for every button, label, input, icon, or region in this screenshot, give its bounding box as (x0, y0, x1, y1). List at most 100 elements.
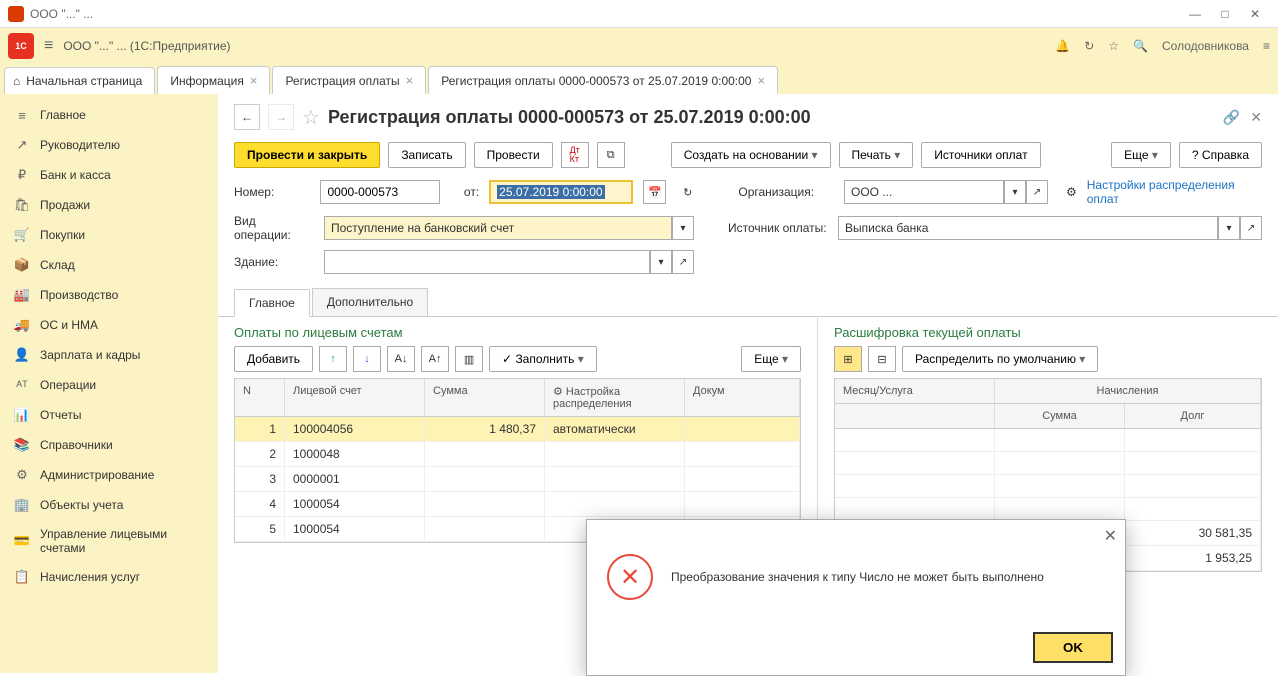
star-icon[interactable]: ☆ (1108, 39, 1119, 53)
subtab-extra[interactable]: Дополнительно (312, 288, 428, 316)
nav-forward-button[interactable]: → (268, 104, 294, 130)
structure-icon[interactable]: ⧉ (597, 142, 625, 168)
refresh-icon[interactable]: ↻ (676, 180, 699, 204)
breadcrumb: ООО "..." ... (1С:Предприятие) (63, 39, 1055, 53)
sidebar-item[interactable]: 🛒Покупки (0, 220, 218, 250)
sort-asc-icon[interactable]: A↓ (387, 346, 415, 372)
sidebar-item[interactable]: 🛍Продажи (0, 190, 218, 220)
post-button[interactable]: Провести (474, 142, 553, 168)
maximize-button[interactable]: □ (1210, 4, 1240, 24)
subtab-main[interactable]: Главное (234, 289, 310, 317)
sidebar-item[interactable]: 👤 Зарплата и кадры (0, 340, 218, 370)
more-button[interactable]: Еще (1111, 142, 1171, 168)
org-select[interactable]: ООО ... (844, 180, 1004, 204)
close-icon[interactable]: × (757, 73, 765, 88)
dropdown-icon[interactable]: ▾ (672, 216, 694, 240)
sidebar-icon: 🛒 (14, 227, 30, 243)
payment-source-select[interactable]: Выписка банка (838, 216, 1218, 240)
print-button[interactable]: Печать (839, 142, 914, 168)
history-icon[interactable]: ↻ (1084, 39, 1094, 53)
sidebar-item[interactable]: ₽Банк и касса (0, 160, 218, 190)
distribute-default-button[interactable]: Распределить по умолчанию (902, 346, 1098, 372)
settings-icon[interactable]: ≡ (1263, 39, 1270, 53)
create-based-button[interactable]: Создать на основании (671, 142, 831, 168)
sidebar-item[interactable]: 🏭Производство (0, 280, 218, 310)
dropdown-icon[interactable]: ▾ (1218, 216, 1240, 240)
sidebar-icon: ᴬᵀ (14, 377, 30, 393)
post-and-close-button[interactable]: Провести и закрыть (234, 142, 380, 168)
nav-back-button[interactable]: ← (234, 104, 260, 130)
sidebar-item[interactable]: 📦Склад (0, 250, 218, 280)
move-up-icon[interactable]: ↑ (319, 346, 347, 372)
dropdown-icon[interactable]: ▾ (1004, 180, 1026, 204)
table-row[interactable]: 21000048 (235, 442, 800, 467)
more-left-button[interactable]: Еще (741, 346, 801, 372)
sidebar-item[interactable]: 🚚ОС и НМА (0, 310, 218, 340)
tab-payment-doc[interactable]: Регистрация оплаты 0000-000573 от 25.07.… (428, 66, 778, 94)
sidebar-item[interactable]: ᴬᵀОперации (0, 370, 218, 400)
dialog-ok-button[interactable]: OK (1033, 632, 1113, 663)
sort-desc-icon[interactable]: A↑ (421, 346, 449, 372)
source-label: Источник оплаты: (728, 221, 828, 235)
sidebar-item[interactable]: ↗Руководителю (0, 130, 218, 160)
help-button[interactable]: ? Справка (1179, 142, 1262, 168)
left-panel-title: Оплаты по лицевым счетам (234, 325, 801, 340)
number-input[interactable] (320, 180, 440, 204)
sidebar-item-label: Начисления услуг (40, 570, 140, 584)
menu-icon[interactable]: ≡ (44, 37, 53, 55)
gear-icon: ⚙ (1066, 185, 1077, 199)
table-row[interactable]: 30000001 (235, 467, 800, 492)
close-window-button[interactable]: ✕ (1240, 4, 1270, 24)
building-select[interactable] (324, 250, 650, 274)
open-icon[interactable]: ↗ (1240, 216, 1262, 240)
error-dialog: ✕ ✕ Преобразование значения к типу Число… (586, 519, 1126, 676)
close-icon[interactable]: × (250, 73, 258, 88)
sidebar-item[interactable]: 📚Справочники (0, 430, 218, 460)
sidebar-item-label: Зарплата и кадры (40, 348, 140, 362)
sidebar-icon: 👤 (14, 347, 30, 363)
calendar-icon[interactable]: 📅 (643, 180, 666, 204)
close-page-icon[interactable]: ✕ (1250, 109, 1262, 126)
sidebar-item[interactable]: 💳Управление лицевыми счетами (0, 520, 218, 562)
page-title: Регистрация оплаты 0000-000573 от 25.07.… (328, 107, 1215, 128)
save-button[interactable]: Записать (388, 142, 465, 168)
sidebar-item[interactable]: 📋 Начисления услуг (0, 562, 218, 592)
sidebar-item[interactable]: ⚙Администрирование (0, 460, 218, 490)
table-row[interactable]: 11000040561 480,37автоматически (235, 417, 800, 442)
expand-icon[interactable]: ⊞ (834, 346, 862, 372)
operation-select[interactable]: Поступление на банковский счет (324, 216, 672, 240)
link-icon[interactable]: 🔗 (1223, 109, 1240, 126)
barcode-icon[interactable]: ▥ (455, 346, 483, 372)
add-button[interactable]: Добавить (234, 346, 313, 372)
sidebar-item[interactable]: 📊Отчеты (0, 400, 218, 430)
date-input[interactable]: 25.07.2019 0:00:00 (489, 180, 633, 204)
tab-info[interactable]: Информация × (157, 66, 270, 94)
close-icon[interactable]: × (406, 73, 414, 88)
open-icon[interactable]: ↗ (1026, 180, 1048, 204)
sidebar-icon: 📋 (14, 569, 30, 585)
favorite-star-icon[interactable]: ☆ (302, 105, 320, 130)
error-icon: ✕ (607, 554, 653, 600)
dt-kt-icon[interactable]: ДтКт (561, 142, 589, 168)
table-row (835, 475, 1261, 498)
tab-payment-reg[interactable]: Регистрация оплаты × (272, 66, 426, 94)
tab-home[interactable]: ⌂ Начальная страница (4, 67, 155, 94)
sidebar-item[interactable]: 🏢Объекты учета (0, 490, 218, 520)
minimize-button[interactable]: — (1180, 4, 1210, 24)
move-down-icon[interactable]: ↓ (353, 346, 381, 372)
search-icon[interactable]: 🔍 (1133, 39, 1148, 53)
sidebar-icon: 🚚 (14, 317, 30, 333)
dropdown-icon[interactable]: ▾ (650, 250, 672, 274)
sidebar-item-label: Отчеты (40, 408, 81, 422)
open-icon[interactable]: ↗ (672, 250, 694, 274)
org-label: Организация: (738, 185, 834, 199)
table-row[interactable]: 41000054 (235, 492, 800, 517)
collapse-icon[interactable]: ⊟ (868, 346, 896, 372)
sidebar-item[interactable]: ≡Главное (0, 100, 218, 130)
fill-button[interactable]: ✓ Заполнить (489, 346, 597, 372)
payment-sources-button[interactable]: Источники оплат (921, 142, 1040, 168)
user-name[interactable]: Солодовникова (1162, 39, 1249, 53)
dialog-close-icon[interactable]: ✕ (1104, 526, 1117, 546)
distribution-settings-link[interactable]: Настройки распределения оплат (1087, 178, 1262, 206)
bell-icon[interactable]: 🔔 (1055, 39, 1070, 53)
